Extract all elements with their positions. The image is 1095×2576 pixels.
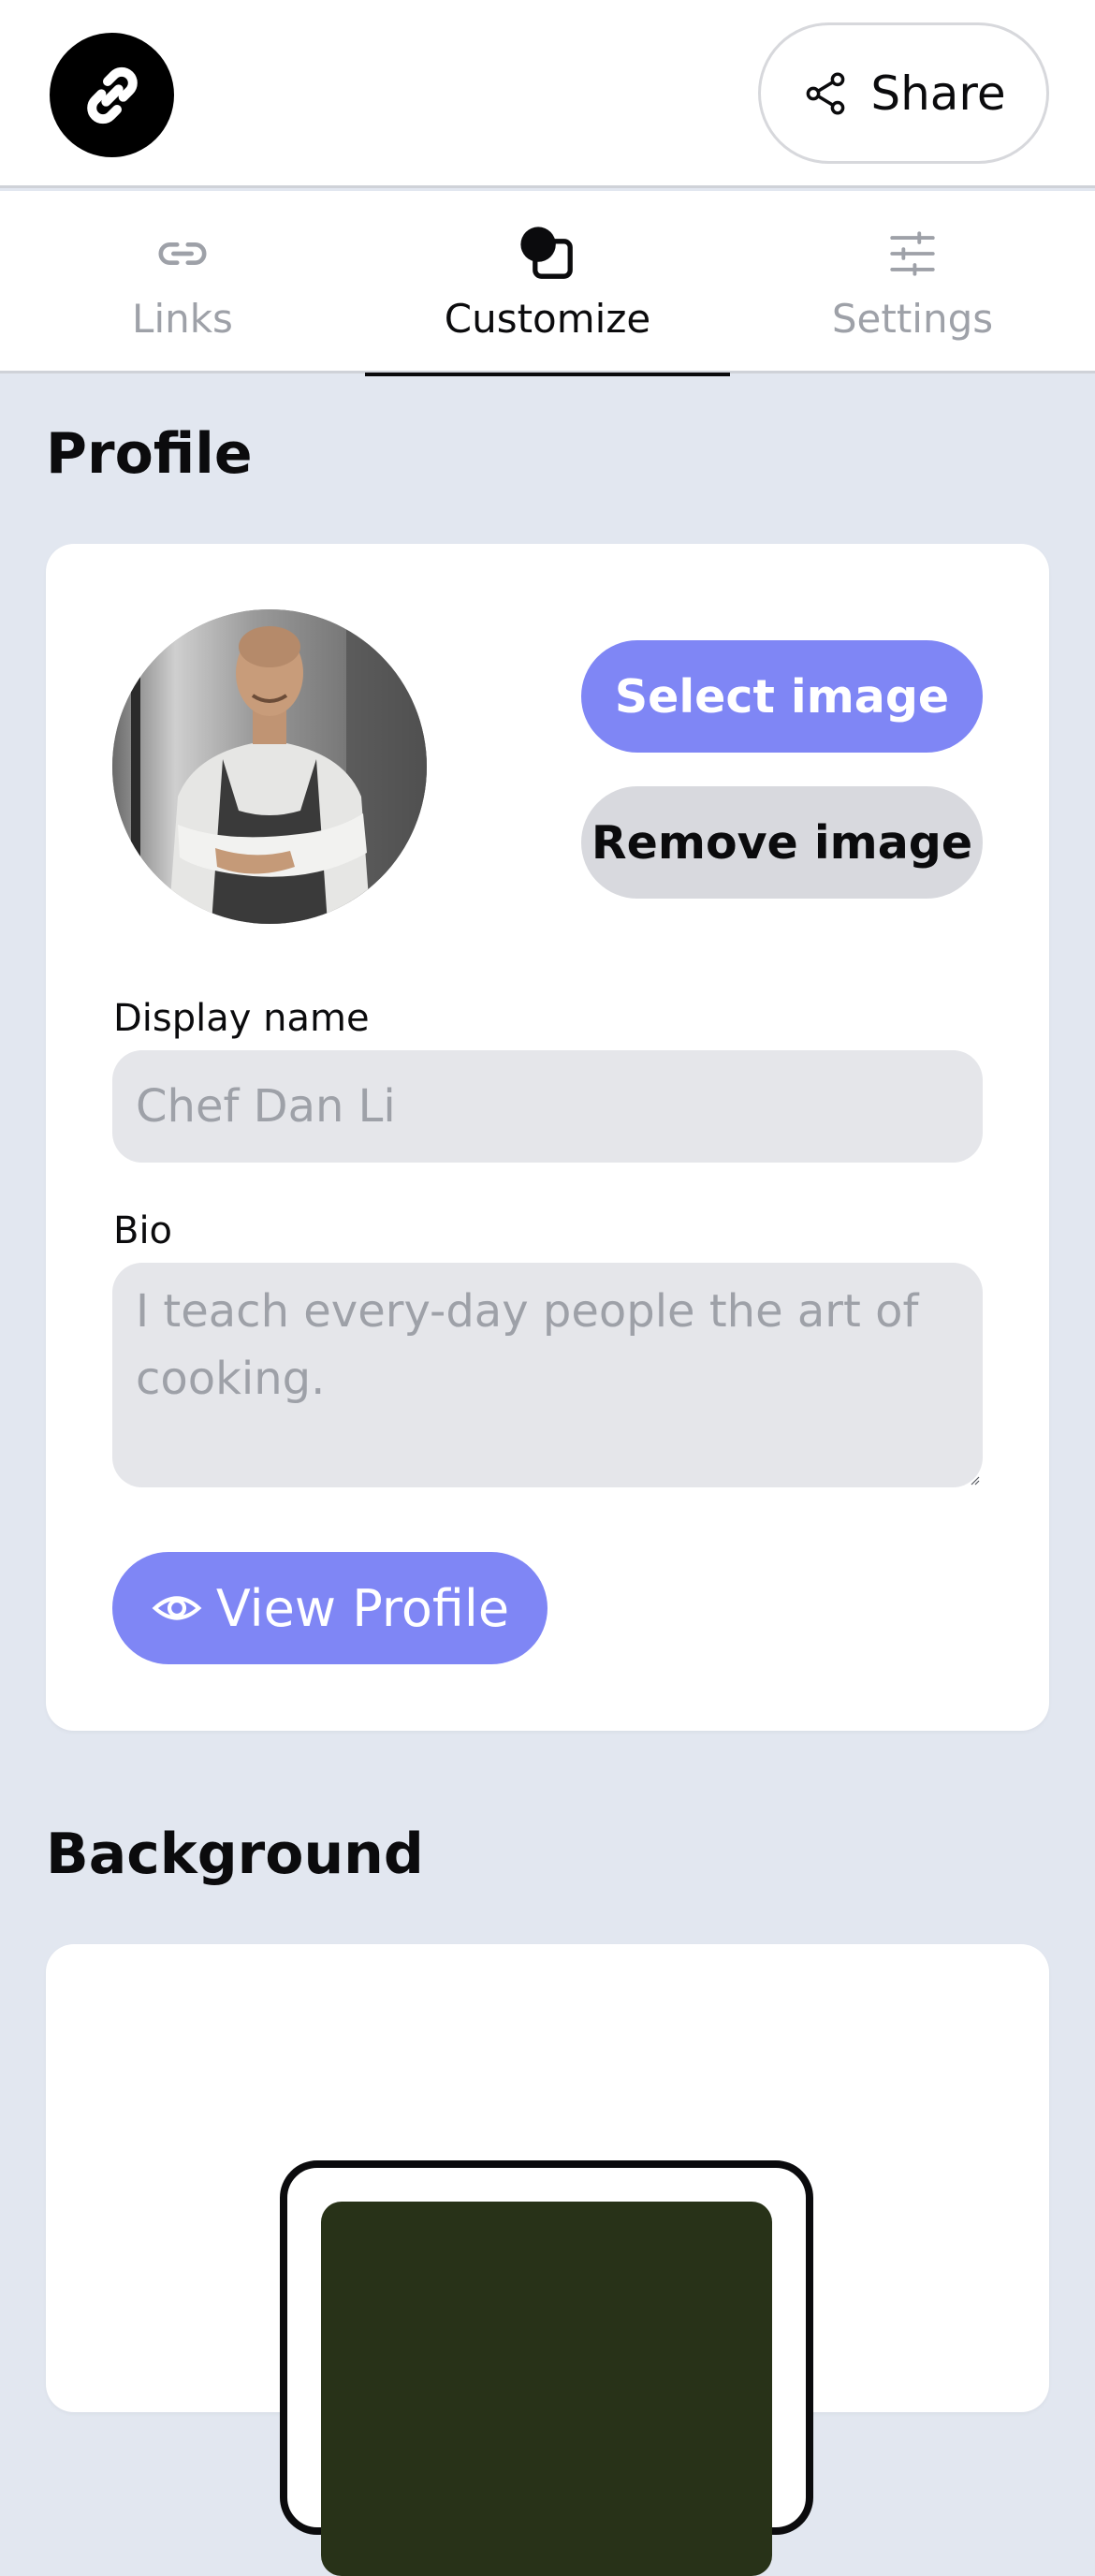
background-section-title: Background [46, 1822, 424, 1887]
link-logo-icon [86, 66, 138, 124]
display-name-label: Display name [113, 997, 370, 1040]
tab-label: Links [132, 296, 233, 342]
tab-links[interactable]: Links [0, 191, 365, 373]
bio-label: Bio [113, 1209, 173, 1252]
tab-label: Settings [831, 296, 994, 342]
background-preview-screen [321, 2202, 772, 2576]
tab-label: Customize [444, 296, 651, 342]
app-logo[interactable] [50, 33, 174, 157]
display-name-input[interactable]: Chef Dan Li [112, 1050, 983, 1163]
share-label: Share [870, 66, 1006, 121]
tab-customize[interactable]: Customize [365, 191, 730, 376]
chef-portrait-image [112, 609, 427, 924]
textarea-resize-handle-icon [971, 1476, 980, 1486]
tab-bar: Links Customize Settings [0, 191, 1095, 376]
view-profile-label: View Profile [215, 1578, 510, 1638]
share-icon [806, 71, 845, 115]
bio-textarea[interactable]: I teach every-day people the art of cook… [112, 1263, 983, 1487]
share-button[interactable]: Share [758, 22, 1049, 164]
link-icon [158, 242, 207, 265]
tab-settings[interactable]: Settings [730, 191, 1095, 373]
profile-avatar [112, 609, 427, 924]
top-bar: Share [0, 0, 1095, 188]
background-card [46, 1944, 1049, 2576]
view-profile-button[interactable]: View Profile [112, 1552, 548, 1664]
eye-icon [152, 1596, 202, 1620]
profile-section-title: Profile [46, 421, 253, 487]
background-preview-frame[interactable] [280, 2160, 813, 2576]
remove-image-button[interactable]: Remove image [581, 786, 983, 899]
customize-icon [520, 227, 573, 279]
profile-card: Select image Remove image Display name C… [46, 544, 1049, 1731]
select-image-button[interactable]: Select image [581, 640, 983, 753]
sliders-icon [890, 231, 935, 276]
